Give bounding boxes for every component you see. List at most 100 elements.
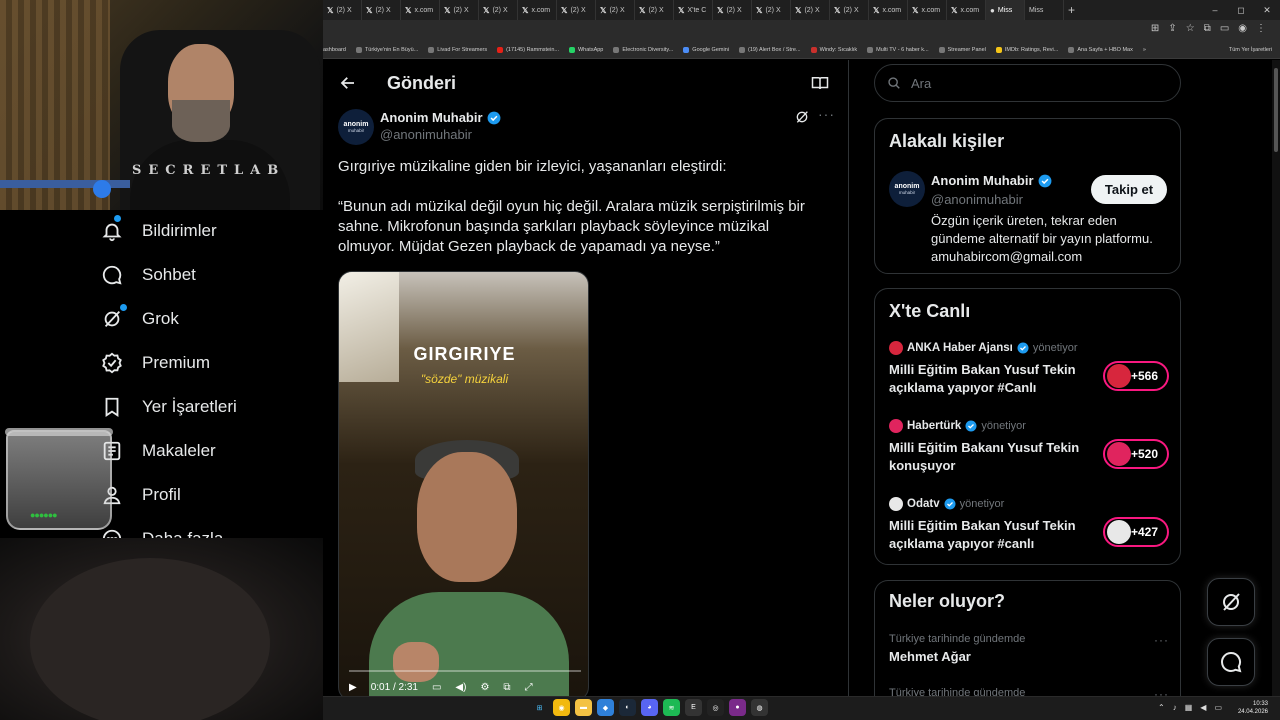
browser-tab[interactable]: 𝕏 (2) X xyxy=(791,0,830,20)
settings-icon[interactable]: ⚙ xyxy=(480,682,489,693)
store-icon[interactable]: ◆ xyxy=(597,699,614,716)
battery-icon[interactable]: ▭ xyxy=(1214,703,1222,712)
steam-icon[interactable]: ◐ xyxy=(619,699,636,716)
scrollbar-thumb[interactable] xyxy=(1274,68,1278,152)
play-icon[interactable]: ▶ xyxy=(349,682,357,693)
trend-item[interactable]: Türkiye tarihinde gündemde Mehmet Ağar ·… xyxy=(889,633,1169,664)
nav-item-profile[interactable]: Profil xyxy=(100,480,181,510)
nav-item-notifications[interactable]: Bildirimler xyxy=(100,215,217,246)
nav-item-grok[interactable]: Grok xyxy=(100,304,179,334)
new-tab-button[interactable]: + xyxy=(1064,0,1103,20)
related-handle[interactable]: @anonimuhabir xyxy=(931,192,1023,207)
volume-icon[interactable]: ◀) xyxy=(455,682,466,693)
bookmark[interactable]: (17145) Rammstein... xyxy=(497,47,559,53)
back-button[interactable] xyxy=(337,72,359,94)
follow-button[interactable]: Takip et xyxy=(1091,175,1167,204)
bookmark[interactable]: (19) Alert Box / Stre... xyxy=(738,47,801,53)
nav-item-articles[interactable]: Makaleler xyxy=(100,436,216,466)
network-icon[interactable]: ▦ xyxy=(1185,703,1193,712)
nav-item-bookmarks[interactable]: Yer İşaretleri xyxy=(100,392,237,422)
search-input[interactable] xyxy=(911,75,1151,91)
post-video[interactable]: GIRGIRIYE "sözde" müzikali ▶ 0:01 / 2:31… xyxy=(338,271,589,696)
chrome-icon[interactable]: ◉ xyxy=(553,699,570,716)
fullscreen-icon[interactable]: ⤢ xyxy=(525,682,533,693)
bookmark[interactable]: Windy: Sıcaklık xyxy=(810,47,857,53)
browser-tab-active[interactable]: ● Miss xyxy=(986,0,1025,20)
bookmark[interactable]: Ana Sayfa + HBO Max xyxy=(1068,47,1133,53)
mic-icon[interactable]: ♪ xyxy=(1173,703,1177,712)
browser-tab[interactable]: 𝕏x.com xyxy=(518,0,557,20)
live-item[interactable]: Odatv yönetiyor Milli Eğitim Bakan Yusuf… xyxy=(889,497,1169,553)
bookmark[interactable]: Multi TV - 6 haber k... xyxy=(867,47,929,53)
captions-icon[interactable]: ▭ xyxy=(432,682,441,693)
reader-mode-icon[interactable] xyxy=(811,74,829,97)
profile-icon[interactable]: ◉ xyxy=(1238,23,1247,34)
close-window-button[interactable]: ✕ xyxy=(1254,0,1280,20)
browser-tab[interactable]: 𝕏 (2) X xyxy=(596,0,635,20)
extensions-icon[interactable]: ⧉ xyxy=(1204,23,1211,34)
browser-tab[interactable]: 𝕏 (2) X xyxy=(752,0,791,20)
discord-icon[interactable]: ◕ xyxy=(641,699,658,716)
bookmark[interactable]: Google Gemini xyxy=(683,47,729,53)
live-listener-count[interactable]: +427 xyxy=(1103,517,1169,547)
bookmark[interactable]: WhatsApp xyxy=(568,47,603,53)
bookmark[interactable]: Livad For Streamers xyxy=(428,47,487,53)
browser-tab[interactable]: Miss xyxy=(1025,0,1064,20)
bookmark[interactable]: Electronic Diversity... xyxy=(613,47,673,53)
live-item[interactable]: ANKA Haber Ajansı yönetiyor Milli Eğitim… xyxy=(889,341,1169,397)
author-handle[interactable]: @anonimuhabir xyxy=(380,127,501,142)
pip-icon[interactable]: ⧉ xyxy=(503,682,510,693)
app-icon[interactable]: ◍ xyxy=(751,699,768,716)
file-explorer-icon[interactable]: ▬ xyxy=(575,699,592,716)
related-avatar[interactable]: anonim muhabir xyxy=(889,171,925,207)
video-progress-bar[interactable] xyxy=(349,670,581,672)
browser-tab[interactable]: 𝕏 (2) X xyxy=(830,0,869,20)
browser-tab[interactable]: 𝕏x.com xyxy=(947,0,986,20)
trend-more-button[interactable]: ··· xyxy=(1154,633,1169,647)
grok-fab-button[interactable] xyxy=(1207,578,1255,626)
bookmark[interactable]: IMDb: Ratings, Revi... xyxy=(995,47,1058,53)
all-bookmarks-folder[interactable]: Tüm Yer İşaretleri xyxy=(1224,42,1272,58)
browser-tab[interactable]: 𝕏 (2) X xyxy=(479,0,518,20)
page-scrollbar[interactable] xyxy=(1272,60,1280,696)
author-name[interactable]: Anonim Muhabir xyxy=(380,110,483,125)
live-listener-count[interactable]: +520 xyxy=(1103,439,1169,469)
browser-tab[interactable]: 𝕏 X'te C xyxy=(674,0,713,20)
star-icon[interactable]: ☆ xyxy=(1186,23,1195,34)
share-icon[interactable]: ⇪ xyxy=(1168,23,1176,34)
maximize-button[interactable]: ◻ xyxy=(1228,0,1254,20)
messages-fab-button[interactable] xyxy=(1207,638,1255,686)
live-item[interactable]: Habertürk yönetiyor Milli Eğitim Bakanı … xyxy=(889,419,1169,475)
minimize-button[interactable]: – xyxy=(1202,0,1228,20)
search-box[interactable] xyxy=(874,64,1181,102)
menu-icon[interactable]: ⋮ xyxy=(1256,23,1266,34)
windows-start-icon[interactable]: ⊞ xyxy=(531,699,548,716)
grok-explain-button[interactable] xyxy=(794,109,810,130)
browser-tab[interactable]: 𝕏 (2) X xyxy=(635,0,674,20)
nav-item-chat[interactable]: Sohbet xyxy=(100,260,196,290)
chevron-up-icon[interactable]: ⌃ xyxy=(1158,703,1165,712)
browser-tab[interactable]: 𝕏x.com xyxy=(401,0,440,20)
browser-tab[interactable]: 𝕏 (2) X xyxy=(323,0,362,20)
nav-item-premium[interactable]: Premium xyxy=(100,348,210,378)
app-icon[interactable]: ◎ xyxy=(707,699,724,716)
install-icon[interactable]: ⊞ xyxy=(1151,23,1159,34)
taskbar-clock[interactable]: 10:33 24.04.2026 xyxy=(1238,700,1268,716)
browser-tab[interactable]: 𝕏 (2) X xyxy=(557,0,596,20)
related-name[interactable]: Anonim Muhabir xyxy=(931,173,1052,188)
author-avatar[interactable]: anonim muhabir xyxy=(338,109,374,145)
browser-tab[interactable]: 𝕏 (2) X xyxy=(713,0,752,20)
browser-tab[interactable]: 𝕏 (2) X xyxy=(440,0,479,20)
live-listener-count[interactable]: +566 xyxy=(1103,361,1169,391)
bookmark[interactable]: Türkiye'nin En Büyü... xyxy=(355,47,418,53)
bookmarks-overflow[interactable]: » xyxy=(1143,47,1146,53)
browser-tab[interactable]: 𝕏x.com xyxy=(869,0,908,20)
spotify-icon[interactable]: ≋ xyxy=(663,699,680,716)
bookmark[interactable]: ashboard xyxy=(323,47,346,53)
post-more-button[interactable]: ··· xyxy=(818,106,835,122)
sidebar-icon[interactable]: ▭ xyxy=(1220,23,1229,34)
bookmark[interactable]: Streamer Panel xyxy=(938,47,986,53)
obs-icon[interactable]: ● xyxy=(729,699,746,716)
browser-tab[interactable]: 𝕏 (2) X xyxy=(362,0,401,20)
epic-games-icon[interactable]: E xyxy=(685,699,702,716)
